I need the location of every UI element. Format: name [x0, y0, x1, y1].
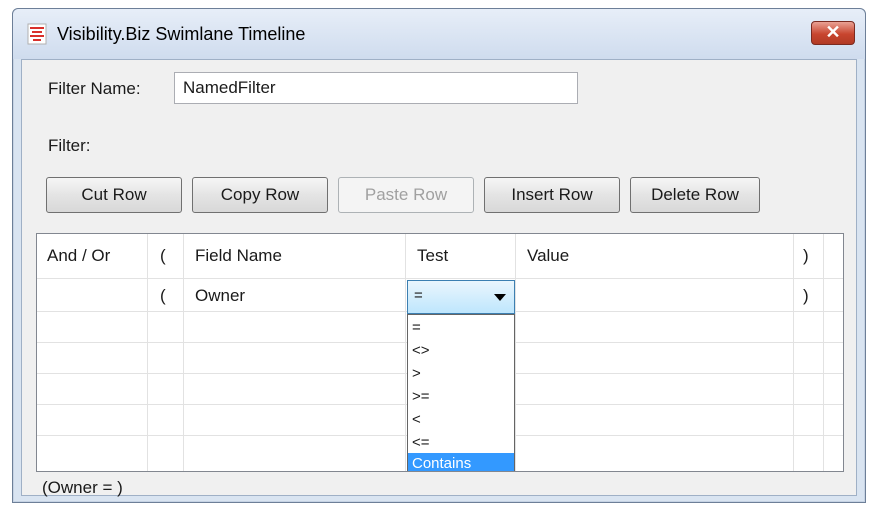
paste-row-button[interactable]: Paste Row	[338, 177, 474, 213]
filter-grid[interactable]: And / Or ( Field Name Test Value ) ( Own…	[36, 233, 844, 472]
test-operator-dropdown: = <> > >= < <= Contains	[407, 314, 515, 471]
cut-row-button[interactable]: Cut Row	[46, 177, 182, 213]
grid-row-divider	[37, 278, 843, 279]
row-open-paren-cell[interactable]: (	[160, 280, 166, 312]
swimlane-app-icon	[27, 23, 47, 45]
dropdown-option-less-equal[interactable]: <=	[408, 432, 514, 454]
row-close-paren-cell[interactable]: )	[803, 280, 809, 312]
close-button[interactable]: ✕	[811, 21, 855, 45]
close-icon: ✕	[825, 22, 841, 42]
test-operator-combo[interactable]: =	[407, 280, 515, 314]
filter-name-label: Filter Name:	[48, 79, 141, 98]
filter-expression-preview: (Owner = )	[42, 478, 123, 497]
chevron-down-icon	[494, 294, 506, 301]
dropdown-option-contains[interactable]: Contains	[408, 453, 514, 471]
column-header-test[interactable]: Test	[417, 234, 448, 278]
copy-row-button[interactable]: Copy Row	[192, 177, 328, 213]
title-bar[interactable]: Visibility.Biz Swimlane Timeline ✕	[13, 9, 865, 59]
dialog-body: Filter Name: Filter: Cut Row Copy Row Pa…	[21, 59, 857, 497]
row-field-name-cell[interactable]: Owner	[195, 280, 245, 312]
filter-window: Visibility.Biz Swimlane Timeline ✕ Filte…	[12, 8, 866, 503]
dropdown-option-not-equal[interactable]: <>	[408, 340, 514, 362]
dropdown-option-less[interactable]: <	[408, 409, 514, 431]
column-header-close-paren[interactable]: )	[803, 234, 809, 278]
column-header-open-paren[interactable]: (	[160, 234, 166, 278]
dropdown-option-greater-equal[interactable]: >=	[408, 386, 514, 408]
delete-row-button[interactable]: Delete Row	[630, 177, 760, 213]
filter-label: Filter:	[48, 136, 91, 155]
dropdown-option-greater[interactable]: >	[408, 363, 514, 385]
window-title: Visibility.Biz Swimlane Timeline	[57, 24, 306, 44]
dropdown-option-equals[interactable]: =	[408, 317, 514, 339]
test-operator-value: =	[414, 287, 423, 304]
column-header-field-name[interactable]: Field Name	[195, 234, 282, 278]
filter-name-input[interactable]	[174, 72, 578, 104]
column-header-value[interactable]: Value	[527, 234, 569, 278]
insert-row-button[interactable]: Insert Row	[484, 177, 620, 213]
column-header-and-or[interactable]: And / Or	[47, 234, 110, 278]
